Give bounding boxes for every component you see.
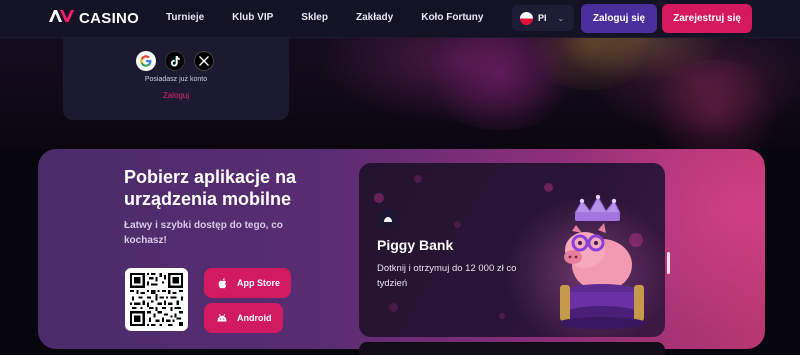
- nav-item-shop[interactable]: Sklep: [301, 12, 328, 23]
- app-store-button[interactable]: App Store: [204, 268, 291, 298]
- language-code: Pl: [538, 13, 547, 23]
- chevron-down-icon: ⌄: [557, 13, 565, 23]
- android-icon: [379, 210, 397, 228]
- x-icon[interactable]: [194, 51, 214, 71]
- login-link[interactable]: Zaloguj: [63, 91, 289, 100]
- nav-item-tournaments[interactable]: Turnieje: [166, 12, 204, 23]
- carousel-scroll-indicator[interactable]: [667, 252, 670, 274]
- apple-icon: [218, 278, 227, 289]
- piggy-bank-illustration: [558, 195, 646, 329]
- app-store-label: App Store: [237, 278, 281, 288]
- login-button[interactable]: Zaloguj się: [581, 4, 657, 33]
- next-card-strip: [359, 342, 665, 355]
- language-selector[interactable]: Pl ⌄: [512, 5, 574, 31]
- qr-code: [125, 268, 188, 331]
- nav-item-vip-club[interactable]: Klub VIP: [232, 12, 273, 23]
- android-label: Android: [237, 313, 272, 323]
- promo-title: Piggy Bank: [377, 237, 454, 253]
- app-section-subtitle: Łatwy i szybki dostęp do tego, co kochas…: [124, 220, 283, 246]
- promo-description: Dotknij i otrzymuj do 12 000 zł co tydzi…: [377, 263, 517, 289]
- poland-flag-icon: [520, 11, 533, 25]
- logo-mark: [48, 9, 74, 27]
- casino-logo[interactable]: CASINO: [48, 9, 139, 27]
- register-button[interactable]: Zarejestruj się: [662, 4, 752, 33]
- google-icon[interactable]: [136, 51, 156, 71]
- android-button[interactable]: Android: [204, 303, 283, 333]
- more-menu-icon[interactable]: ···: [459, 8, 474, 22]
- app-section-title: Pobierz aplikacje na urządzenia mobilne: [124, 167, 297, 209]
- social-login-row: [136, 51, 214, 71]
- tiktok-icon[interactable]: [165, 51, 185, 71]
- nav-item-wheel-of-fortune[interactable]: Koło Fortuny: [421, 12, 483, 23]
- logo-text: CASINO: [79, 9, 140, 27]
- top-navigation-bar: CASINO Turnieje Klub VIP Sklep Zakłady K…: [0, 0, 800, 38]
- nav-item-bets[interactable]: Zakłady: [356, 12, 393, 23]
- android-icon: [217, 313, 227, 322]
- have-account-text: Posiadasz już konto: [144, 76, 208, 83]
